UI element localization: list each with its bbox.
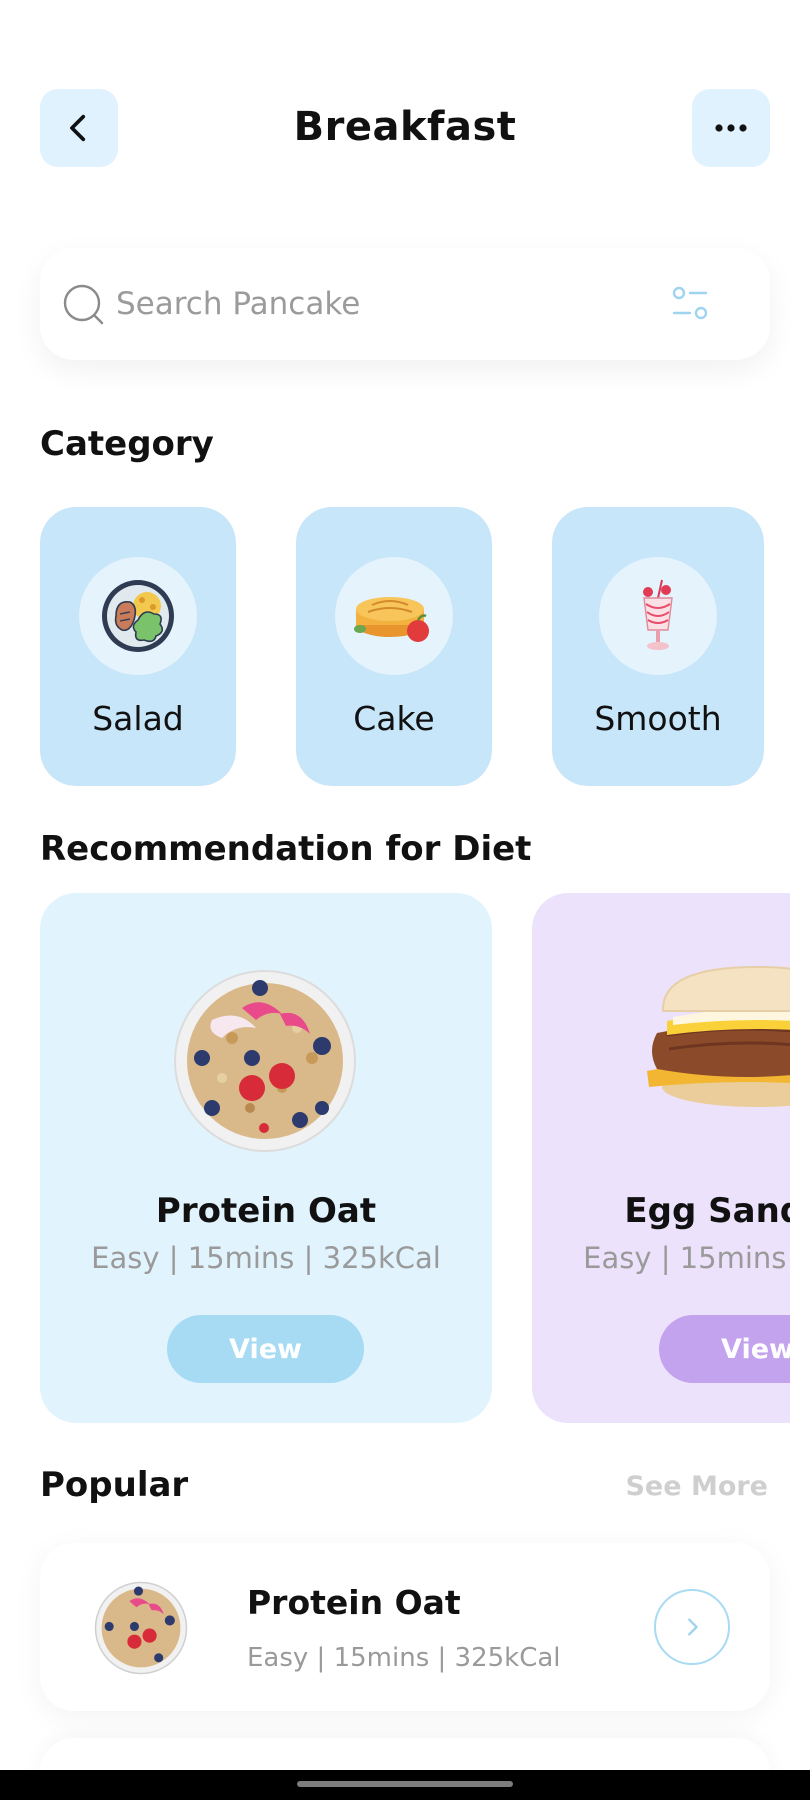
filter-icon[interactable] — [670, 284, 710, 324]
search-input[interactable] — [116, 276, 636, 332]
category-icon-container — [79, 557, 197, 675]
popular-item-name: Protein Oat — [247, 1583, 461, 1622]
category-icon-container — [335, 557, 453, 675]
category-title: Category — [40, 424, 214, 464]
recommendation-name: Egg Sandwich — [624, 1191, 790, 1231]
search-icon — [63, 284, 104, 325]
recommendation-meta: Easy | 15mins | 230kCal — [583, 1241, 790, 1275]
more-horizontal-icon — [715, 124, 747, 132]
recommendation-name: Protein Oat — [155, 1191, 377, 1231]
popular-title: Popular — [40, 1465, 189, 1505]
chevron-right-icon — [688, 1618, 698, 1636]
protein-oat-bowl-image — [174, 970, 356, 1152]
view-button[interactable]: View — [659, 1315, 790, 1383]
category-card-salad[interactable]: Salad — [40, 507, 236, 786]
page-title: Breakfast — [293, 104, 517, 150]
category-label: Salad — [92, 699, 184, 738]
open-item-button[interactable] — [654, 1589, 730, 1665]
recommendation-card[interactable]: Protein Oat Easy | 15mins | 325kCal View — [40, 893, 492, 1423]
see-more-link[interactable]: See More — [625, 1471, 768, 1502]
system-navigation-bar — [0, 1770, 810, 1800]
popular-list-item[interactable]: Protein Oat Easy | 15mins | 325kCal — [40, 1543, 770, 1711]
smoothie-icon — [643, 579, 673, 650]
category-icon-container — [599, 557, 717, 675]
recommendation-title: Recommendation for Diet — [40, 829, 532, 869]
egg-sandwich-image — [647, 965, 790, 1107]
header: Breakfast — [0, 0, 810, 200]
recommendation-carousel[interactable]: Protein Oat Easy | 15mins | 325kCal View… — [40, 893, 790, 1423]
protein-oat-bowl-image — [94, 1581, 188, 1675]
category-label: Cake — [353, 699, 435, 738]
category-card-smoothie[interactable]: Smooth — [552, 507, 764, 786]
category-card-cake[interactable]: Cake — [296, 507, 492, 786]
salad-icon — [102, 580, 174, 652]
recommendation-card[interactable]: Egg Sandwich Easy | 15mins | 230kCal Vie… — [532, 893, 790, 1423]
view-button[interactable]: View — [167, 1315, 364, 1383]
home-gesture-handle[interactable] — [297, 1781, 513, 1787]
category-label: Smooth — [594, 699, 722, 738]
more-button[interactable] — [692, 89, 770, 167]
popular-item-meta: Easy | 15mins | 325kCal — [247, 1643, 561, 1673]
search-bar — [40, 248, 770, 360]
cake-icon — [354, 597, 429, 642]
recommendation-meta: Easy | 15mins | 325kCal — [91, 1241, 441, 1275]
